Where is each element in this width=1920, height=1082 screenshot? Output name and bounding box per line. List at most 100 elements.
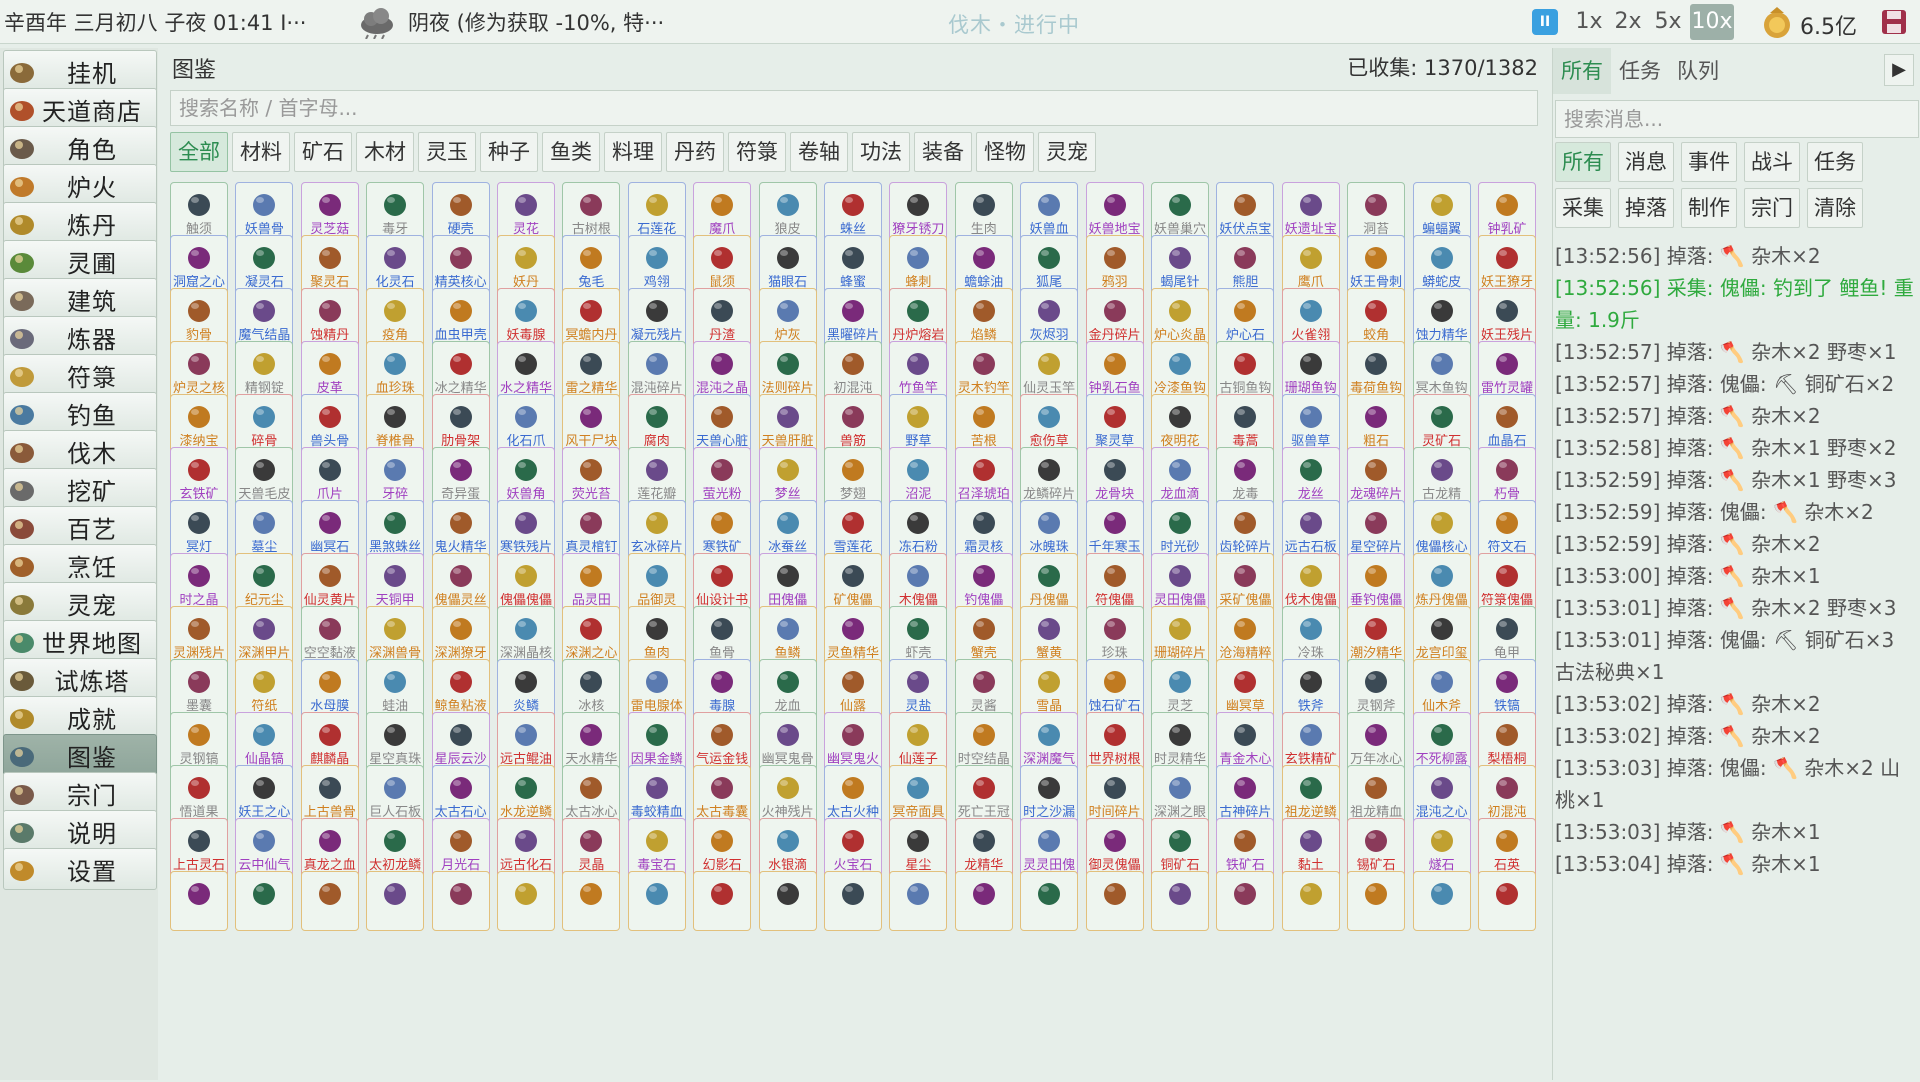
- codex-item[interactable]: 墨囊: [170, 659, 228, 719]
- codex-item[interactable]: 妖王之心: [235, 765, 294, 825]
- speed-1x-button[interactable]: 1x: [1572, 4, 1606, 40]
- codex-item[interactable]: 深渊魔气: [1020, 712, 1079, 772]
- codex-item[interactable]: 鸦羽: [1085, 235, 1144, 295]
- codex-item[interactable]: 真灵棺钉: [562, 500, 621, 560]
- codex-item[interactable]: 铁斧: [1281, 659, 1340, 719]
- codex-item[interactable]: 龙血: [758, 659, 817, 719]
- codex-item[interactable]: 水母膜: [300, 659, 359, 719]
- codex-item[interactable]: 梦丝: [758, 447, 817, 507]
- codex-item[interactable]: 灵钢镐: [170, 712, 228, 772]
- codex-item[interactable]: 墓尘: [235, 500, 294, 560]
- codex-item[interactable]: 金丹碎片: [1085, 288, 1144, 348]
- codex-item[interactable]: 狐尾: [1020, 235, 1079, 295]
- codex-item[interactable]: 莲花瓣: [627, 447, 686, 507]
- codex-item[interactable]: [1412, 871, 1471, 931]
- codex-item[interactable]: 傀儡灵丝: [431, 553, 490, 613]
- codex-item[interactable]: 蚀力精华: [1412, 288, 1471, 348]
- codex-item[interactable]: [758, 871, 817, 931]
- codex-item[interactable]: 毒蛟精血: [627, 765, 686, 825]
- codex-item[interactable]: 太古冰心: [562, 765, 621, 825]
- codex-item[interactable]: 时间碎片: [1085, 765, 1144, 825]
- codex-item[interactable]: 星空真珠: [366, 712, 425, 772]
- log-filter-1[interactable]: 消息: [1618, 142, 1674, 182]
- category-tab-6[interactable]: 鱼类: [542, 132, 600, 172]
- codex-item[interactable]: 灵芝: [1151, 659, 1209, 719]
- codex-item[interactable]: 龙鳞碎片: [1020, 447, 1079, 507]
- codex-item[interactable]: 法则碎片: [758, 341, 817, 401]
- codex-item[interactable]: 妖王骨刺: [1347, 235, 1406, 295]
- codex-item[interactable]: 硬壳: [431, 182, 490, 242]
- codex-item[interactable]: 时光砂: [1151, 500, 1209, 560]
- log-filter-9[interactable]: 清除: [1807, 188, 1863, 228]
- codex-item[interactable]: 古树根: [562, 182, 621, 242]
- codex-item[interactable]: 幻影石: [693, 818, 752, 878]
- codex-item[interactable]: 初混沌: [824, 341, 882, 401]
- codex-item[interactable]: 天铜甲: [366, 553, 425, 613]
- codex-item[interactable]: 上古兽骨: [300, 765, 359, 825]
- codex-item[interactable]: 野草: [889, 394, 948, 454]
- codex-item[interactable]: 魔爪: [693, 182, 752, 242]
- codex-item[interactable]: 星辰云沙: [431, 712, 490, 772]
- pause-button[interactable]: II: [1532, 9, 1558, 35]
- sidebar-item-7[interactable]: 炼器: [3, 316, 157, 358]
- codex-item[interactable]: 世界树根: [1085, 712, 1144, 772]
- codex-item[interactable]: 粗石: [1347, 394, 1406, 454]
- codex-item[interactable]: 万年冰心: [1347, 712, 1406, 772]
- codex-item[interactable]: 符傀儡: [1085, 553, 1144, 613]
- codex-item[interactable]: 炉灵之核: [170, 341, 228, 401]
- codex-item[interactable]: 天兽心脏: [693, 394, 752, 454]
- weather-status[interactable]: 阴夜 (修为获取 -10%, 特···: [408, 7, 708, 37]
- codex-item[interactable]: 品灵田: [562, 553, 621, 613]
- sidebar-item-11[interactable]: 挖矿: [3, 468, 157, 510]
- codex-item[interactable]: 悟道果: [170, 765, 228, 825]
- codex-item[interactable]: 血晶石: [1478, 394, 1536, 454]
- codex-item[interactable]: 仙木斧: [1412, 659, 1471, 719]
- codex-item[interactable]: [562, 871, 621, 931]
- codex-item[interactable]: 疫角: [366, 288, 425, 348]
- codex-item[interactable]: 蟹壳: [954, 606, 1013, 666]
- codex-item[interactable]: 驱兽草: [1281, 394, 1340, 454]
- tab-queue[interactable]: 队列: [1669, 48, 1727, 94]
- codex-item[interactable]: 灵芝菇: [300, 182, 359, 242]
- codex-item[interactable]: 青金木心: [1216, 712, 1275, 772]
- sidebar-item-9[interactable]: 钓鱼: [3, 392, 157, 434]
- codex-item[interactable]: 垂钓傀儡: [1347, 553, 1406, 613]
- sidebar-item-1[interactable]: 天道商店: [3, 88, 157, 130]
- codex-item[interactable]: 蚀精丹: [300, 288, 359, 348]
- codex-item[interactable]: 妖兽地宝: [1085, 182, 1144, 242]
- category-tab-0[interactable]: 全部: [170, 132, 228, 172]
- codex-item[interactable]: 钓傀儡: [954, 553, 1013, 613]
- speed-2x-button[interactable]: 2x: [1610, 4, 1646, 40]
- codex-item[interactable]: 奇异蛋: [431, 447, 490, 507]
- codex-item[interactable]: 愈伤草: [1020, 394, 1079, 454]
- codex-item[interactable]: 炉灰: [758, 288, 817, 348]
- codex-item[interactable]: 钟乳矿: [1478, 182, 1536, 242]
- sidebar-item-4[interactable]: 炼丹: [3, 202, 157, 244]
- codex-item[interactable]: [1085, 871, 1144, 931]
- codex-item[interactable]: [824, 871, 882, 931]
- codex-item[interactable]: 灵盐: [889, 659, 948, 719]
- log-search-input[interactable]: 搜索消息...: [1555, 100, 1919, 138]
- codex-item[interactable]: 鱼肉: [627, 606, 686, 666]
- codex-item[interactable]: 符箓傀儡: [1478, 553, 1536, 613]
- codex-item[interactable]: 冥木鱼钩: [1412, 341, 1471, 401]
- log-filter-4[interactable]: 任务: [1807, 142, 1863, 182]
- codex-item[interactable]: 火神残片: [758, 765, 817, 825]
- codex-item[interactable]: 火宝石: [824, 818, 882, 878]
- codex-item[interactable]: 蟒蛇皮: [1412, 235, 1471, 295]
- codex-item[interactable]: 初混沌: [1478, 765, 1536, 825]
- codex-item[interactable]: 毒蒿: [1216, 394, 1275, 454]
- codex-item[interactable]: 采矿傀儡: [1216, 553, 1275, 613]
- codex-item[interactable]: 冥蟾内丹: [562, 288, 621, 348]
- codex-item[interactable]: 千年寒玉: [1085, 500, 1144, 560]
- codex-item[interactable]: 冥帝面具: [889, 765, 948, 825]
- codex-item[interactable]: 幽冥鬼骨: [758, 712, 817, 772]
- codex-item[interactable]: 灵木钓竿: [954, 341, 1013, 401]
- codex-item[interactable]: 鹰爪: [1281, 235, 1340, 295]
- codex-item[interactable]: 龙精华: [954, 818, 1013, 878]
- codex-item[interactable]: 妖兽血: [1020, 182, 1079, 242]
- codex-item[interactable]: 仙莲子: [889, 712, 948, 772]
- category-tab-11[interactable]: 功法: [852, 132, 910, 172]
- codex-item[interactable]: 化石爪: [497, 394, 555, 454]
- codex-item[interactable]: 铁矿石: [1216, 818, 1275, 878]
